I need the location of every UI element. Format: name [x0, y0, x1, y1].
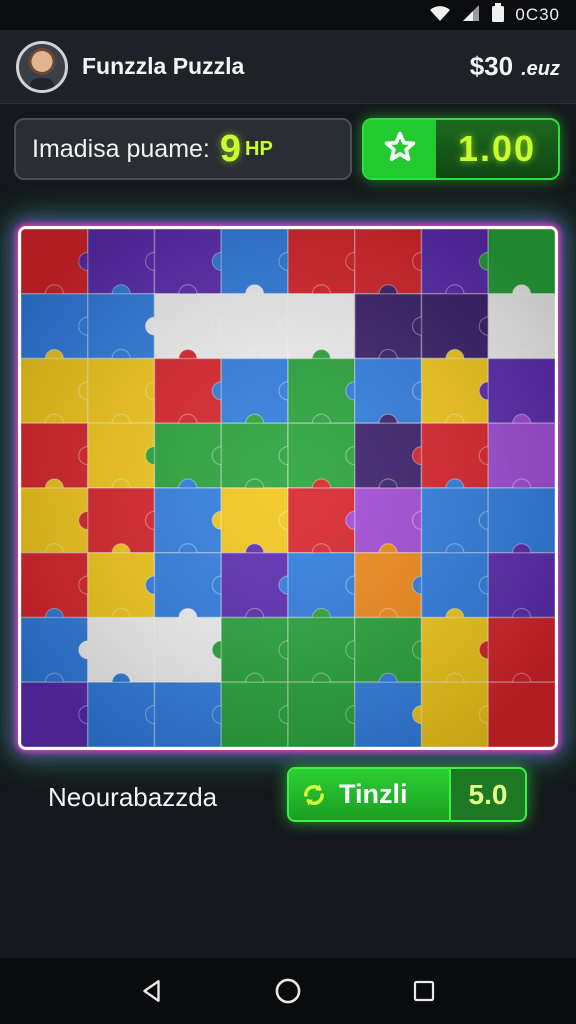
puzzle-board[interactable] [18, 226, 558, 750]
battery-icon [491, 2, 505, 28]
recents-icon[interactable] [404, 971, 444, 1011]
puzzle-grid[interactable] [21, 229, 555, 747]
wifi-icon [429, 4, 451, 27]
info-value: 9 [219, 127, 242, 170]
star-icon [383, 130, 417, 169]
app-title: Funzzla Puzzla [82, 53, 245, 79]
status-bar: 0C30 [0, 0, 576, 30]
navigation-bar [0, 958, 576, 1024]
balance-amount: $30 [469, 51, 514, 81]
timer-value: 5.0 [449, 769, 525, 820]
score-value: 1.00 [436, 120, 558, 178]
timer-button[interactable]: Tinzli 5.0 [287, 767, 527, 822]
back-icon[interactable] [132, 971, 172, 1011]
timer-label: Tinzli [339, 779, 408, 809]
board-shading [21, 229, 555, 747]
app-header: Funzzla Puzzla $30 .euz [0, 30, 576, 104]
balance-display: $30 .euz [470, 51, 560, 82]
info-label: Imadisa puame: [32, 134, 210, 163]
home-icon[interactable] [268, 971, 308, 1011]
info-panel: Imadisa puame: 9 HP [14, 118, 352, 180]
info-unit: HP [245, 137, 273, 160]
status-time: 0C30 [515, 5, 560, 24]
avatar[interactable] [16, 40, 68, 93]
status-label: Neourabazzda [48, 782, 218, 812]
star-button[interactable] [364, 120, 436, 178]
score-panel: 1.00 [362, 118, 560, 180]
refresh-icon [289, 781, 339, 809]
balance-unit: .euz [521, 58, 560, 80]
signal-icon [461, 4, 481, 27]
info-row: Imadisa puame: 9 HP 1.00 [14, 118, 560, 180]
